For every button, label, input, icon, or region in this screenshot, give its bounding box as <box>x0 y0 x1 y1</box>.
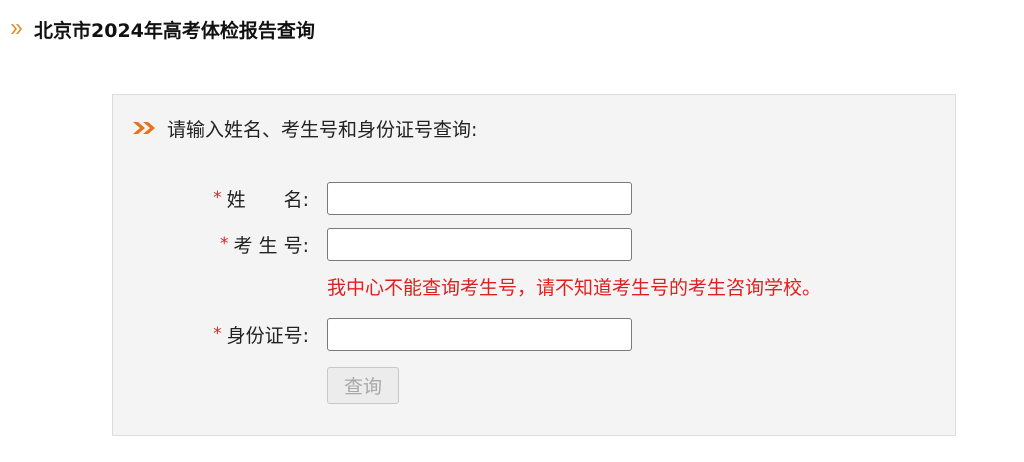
name-label-text: 姓 名: <box>226 188 309 211</box>
id-number-label-box: * 身份证号: <box>113 317 309 351</box>
name-label: * 姓 名: <box>213 181 309 215</box>
id-number-input[interactable] <box>327 317 632 351</box>
required-marker: * <box>213 188 222 208</box>
exam-number-label-text: 考 生 号: <box>233 234 309 257</box>
name-input[interactable] <box>327 181 632 215</box>
instruction-text: 请输入姓名、考生号和身份证号查询: <box>167 118 478 141</box>
panel-heading: 请输入姓名、考生号和身份证号查询: <box>133 113 477 143</box>
double-chevron-right-icon <box>133 120 159 136</box>
query-panel: 请输入姓名、考生号和身份证号查询: * 姓 名: * 考 生 号: 我中心不能查… <box>112 94 956 436</box>
id-number-label-text: 身份证号: <box>226 324 309 347</box>
required-marker: * <box>220 234 229 254</box>
exam-number-label: * 考 生 号: <box>220 227 309 261</box>
required-marker: * <box>213 324 222 344</box>
exam-number-input[interactable] <box>327 227 632 261</box>
query-button[interactable]: 查询 <box>327 367 399 404</box>
page-title: 北京市2024年高考体检报告查询 <box>34 19 315 42</box>
exam-number-hint: 我中心不能查询考生号，请不知道考生号的考生咨询学校。 <box>327 277 822 299</box>
id-number-label: * 身份证号: <box>213 317 309 351</box>
double-chevron-right-icon <box>10 21 26 37</box>
exam-number-label-box: * 考 生 号: <box>113 227 309 261</box>
page-header: 北京市2024年高考体检报告查询 <box>10 14 315 44</box>
name-label-box: * 姓 名: <box>113 181 309 215</box>
